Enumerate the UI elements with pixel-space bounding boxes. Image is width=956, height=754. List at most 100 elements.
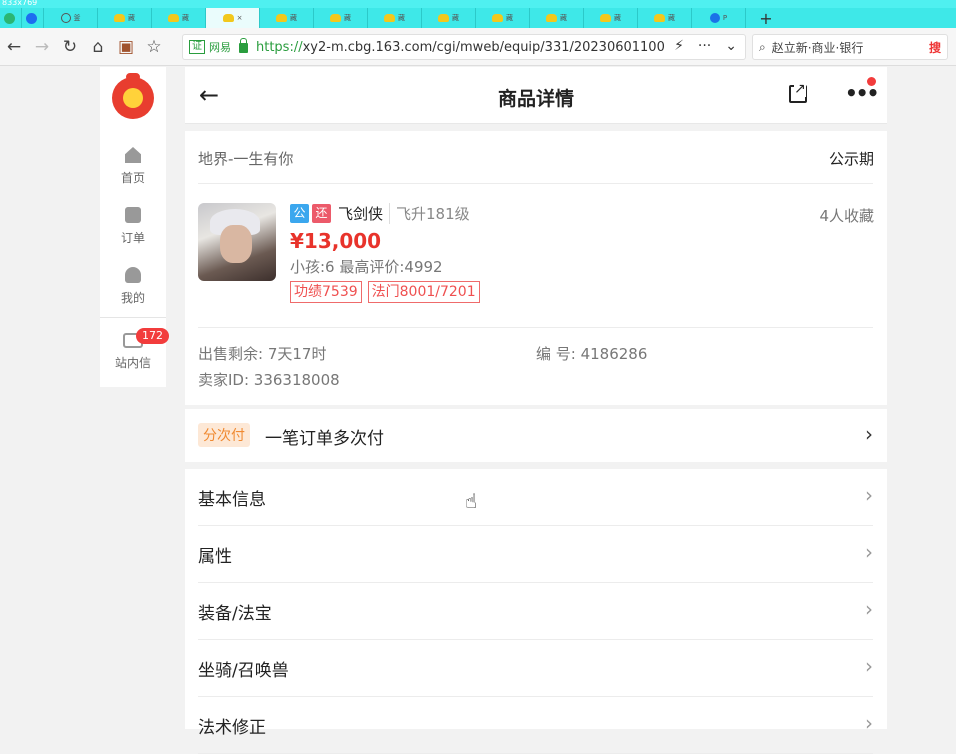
public-tag: 公 [290, 204, 309, 223]
lightning-icon[interactable]: ⚡ [674, 38, 684, 54]
page-header: ← 商品详情 ••• [185, 67, 887, 124]
cbg-icon [222, 14, 234, 22]
tab-4[interactable]: 藏 [152, 8, 206, 28]
search-icon: ⌕ [759, 39, 766, 54]
sidebar-item-label: 订单 [120, 231, 145, 245]
section-equipment[interactable]: 装备/法宝 › [198, 583, 873, 640]
item-summary: 小孩:6 最高评价:4992 [290, 258, 443, 276]
sidebar-item-label: 首页 [120, 171, 145, 185]
tab-10[interactable]: 藏 [476, 8, 530, 28]
search-text: 赵立新·商业·银行 [771, 40, 864, 55]
sidebar-item-home[interactable]: 首页 [100, 147, 166, 186]
item-card: 地界-一生有你 公示期 公 还 飞剑侠 飞升181级 4人收藏 ¥13,000 … [185, 131, 887, 405]
section-label: 属性 [198, 547, 232, 567]
tab-label: P [722, 14, 728, 22]
sidebar-item-mine[interactable]: 我的 [100, 267, 166, 306]
sidebar-item-orders[interactable]: 订单 [100, 207, 166, 246]
forward-nav-icon[interactable]: → [28, 33, 56, 61]
chevron-right-icon: › [865, 422, 873, 446]
tab-label: 藏 [182, 14, 189, 22]
status-label: 公示期 [828, 150, 874, 168]
favorite-count[interactable]: 4人收藏 [819, 205, 874, 226]
cbg-icon [438, 14, 449, 22]
section-label: 坐骑/召唤兽 [198, 661, 289, 681]
role-level: 飞升181级 [389, 203, 470, 224]
section-label: 装备/法宝 [198, 604, 272, 624]
tab-13[interactable]: 藏 [638, 8, 692, 28]
tab-12[interactable]: 藏 [584, 8, 638, 28]
tab-8[interactable]: 藏 [368, 8, 422, 28]
tab-label: 藏 [452, 14, 459, 22]
tab-label: 藏 [398, 14, 405, 22]
tab-1[interactable] [22, 8, 44, 28]
cbg-icon [384, 14, 395, 22]
section-label: 法术修正 [198, 718, 266, 738]
cbg-icon [276, 14, 287, 22]
cbg-icon [168, 14, 179, 22]
tab-14[interactable]: P [692, 8, 746, 28]
tab-3[interactable]: 藏 [98, 8, 152, 28]
back-nav-icon[interactable]: ← [0, 33, 28, 61]
address-bar: ← → ↻ ⌂ ▣ ☆ 证 网易 https:// xy2-m.cbg.163.… [0, 28, 956, 66]
tab-label: 藏 [668, 14, 675, 22]
user-icon [125, 267, 141, 283]
character-avatar[interactable] [198, 203, 276, 281]
more-dots-icon[interactable]: ··· [698, 38, 711, 54]
attribute-chips: 功绩7539 法门8001/7201 [290, 281, 480, 303]
certificate-icon[interactable]: 证 [189, 40, 205, 54]
sidebar-divider [100, 317, 166, 318]
chevron-right-icon: › [865, 654, 873, 678]
tab-7[interactable]: 藏 [314, 8, 368, 28]
tab-0[interactable] [0, 8, 22, 28]
home-nav-icon[interactable]: ⌂ [84, 33, 112, 61]
chevron-right-icon: › [865, 540, 873, 564]
section-mounts-pets[interactable]: 坐骑/召唤兽 › [198, 640, 873, 697]
favorites-star-icon[interactable]: ☆ [140, 33, 168, 61]
role-line: 公 还 飞剑侠 飞升181级 [290, 203, 470, 224]
tab-2[interactable]: 釜 [44, 8, 98, 28]
cbg-icon [546, 14, 557, 22]
browser-search-field[interactable]: ⌕ 赵立新·商业·银行 搜 [752, 34, 948, 60]
chip-merit: 功绩7539 [290, 281, 362, 303]
cbg-icon [492, 14, 503, 22]
section-list: 基本信息 › 属性 › 装备/法宝 › 坐骑/召唤兽 › 法术修正 › [185, 469, 887, 754]
chevron-right-icon: › [865, 597, 873, 621]
home-icon [125, 147, 141, 163]
notification-dot [867, 77, 876, 86]
divider [198, 183, 873, 184]
tab-5[interactable]: × [206, 8, 260, 28]
tab-label: 藏 [614, 14, 621, 22]
section-attributes[interactable]: 属性 › [198, 526, 873, 583]
lock-icon[interactable] [239, 38, 248, 53]
share-icon[interactable] [789, 81, 807, 103]
tab-11[interactable]: 藏 [530, 8, 584, 28]
item-number: 编 号: 4186286 [536, 345, 648, 363]
tab-label: 藏 [128, 14, 135, 22]
new-tab-button[interactable]: + [746, 8, 786, 28]
tab-6[interactable]: 藏 [260, 8, 314, 28]
top-strip: 833x769 [0, 0, 956, 8]
sidebar-item-label: 站内信 [114, 356, 151, 370]
briefcase-icon[interactable]: ▣ [112, 33, 140, 61]
section-label: 基本信息 [198, 490, 266, 510]
reload-icon[interactable]: ↻ [56, 33, 84, 61]
section-basic-info[interactable]: 基本信息 › [198, 469, 873, 526]
tab-label: 藏 [560, 14, 567, 22]
sale-remaining: 出售剩余: 7天17时 [198, 345, 327, 363]
tab-label[interactable]: × [237, 14, 243, 22]
installment-row[interactable]: 分次付 一笔订单多次付 › [185, 409, 887, 462]
tab-label: 藏 [344, 14, 351, 22]
dropdown-chevron-icon[interactable]: ⌄ [725, 38, 737, 54]
page-title: 商品详情 [497, 88, 574, 110]
cbg-icon [114, 14, 125, 22]
cbg-logo[interactable] [112, 73, 154, 119]
cbg-icon [330, 14, 341, 22]
tab-9[interactable]: 藏 [422, 8, 476, 28]
url-scheme: https:// [256, 39, 303, 55]
url-field[interactable]: 证 网易 https:// xy2-m.cbg.163.com/cgi/mweb… [182, 34, 746, 60]
search-hot-label[interactable]: 搜 [929, 39, 941, 56]
section-spell-correction[interactable]: 法术修正 › [198, 697, 873, 754]
chevron-right-icon: › [865, 711, 873, 735]
chip-magic: 法门8001/7201 [367, 281, 480, 303]
wechat-icon [3, 12, 15, 24]
